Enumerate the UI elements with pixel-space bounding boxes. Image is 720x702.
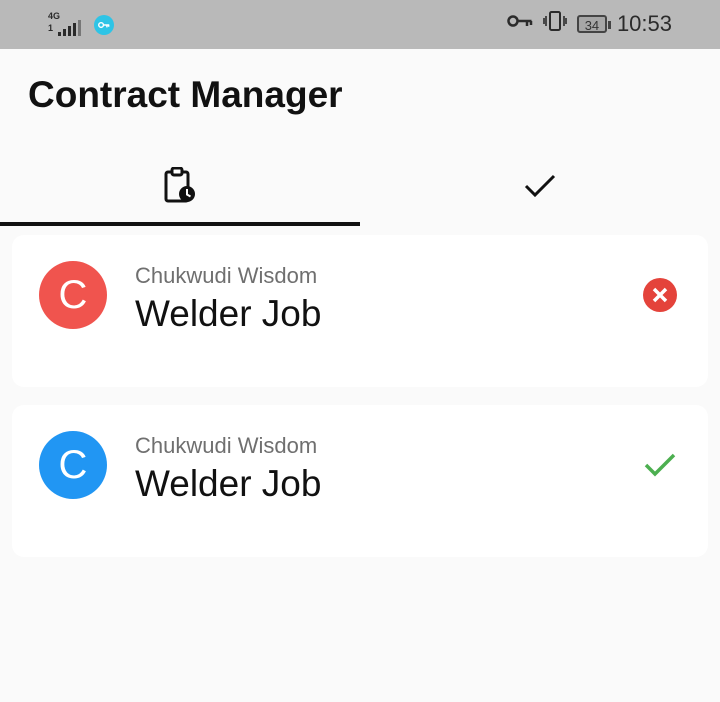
network-indicator: 4G 1 xyxy=(48,12,84,38)
vpn-key-icon xyxy=(94,15,114,35)
vibrate-icon xyxy=(543,10,567,37)
page-title: Contract Manager xyxy=(28,74,343,115)
status-bar: 4G 1 34 10:53 xyxy=(0,0,720,49)
battery-icon: 34 xyxy=(576,14,611,33)
tab-bar xyxy=(0,148,720,228)
key-icon xyxy=(507,13,533,34)
contract-sender: Chukwudi Wisdom xyxy=(135,263,318,288)
clock: 10:53 xyxy=(616,10,672,36)
contract-title: Welder Job xyxy=(135,463,322,504)
check-icon xyxy=(523,173,557,204)
status-right: 34 10:53 xyxy=(507,10,672,37)
contract-card[interactable]: C Chukwudi Wisdom Welder Job xyxy=(12,405,708,557)
avatar: C xyxy=(39,261,107,329)
tab-pending[interactable] xyxy=(0,148,360,228)
clipboard-clock-icon xyxy=(163,166,197,210)
signal-icon xyxy=(58,20,81,36)
contract-sender: Chukwudi Wisdom xyxy=(135,433,318,458)
contract-card[interactable]: C Chukwudi Wisdom Welder Job xyxy=(12,235,708,387)
contract-title: Welder Job xyxy=(135,293,322,334)
tab-indicator xyxy=(0,222,360,226)
accepted-status-icon[interactable] xyxy=(640,445,680,485)
status-left: 4G 1 xyxy=(48,12,114,38)
rejected-status-icon[interactable] xyxy=(640,275,680,315)
tab-completed[interactable] xyxy=(360,148,720,228)
avatar: C xyxy=(39,431,107,499)
network-sub-label: 1 xyxy=(48,23,54,33)
